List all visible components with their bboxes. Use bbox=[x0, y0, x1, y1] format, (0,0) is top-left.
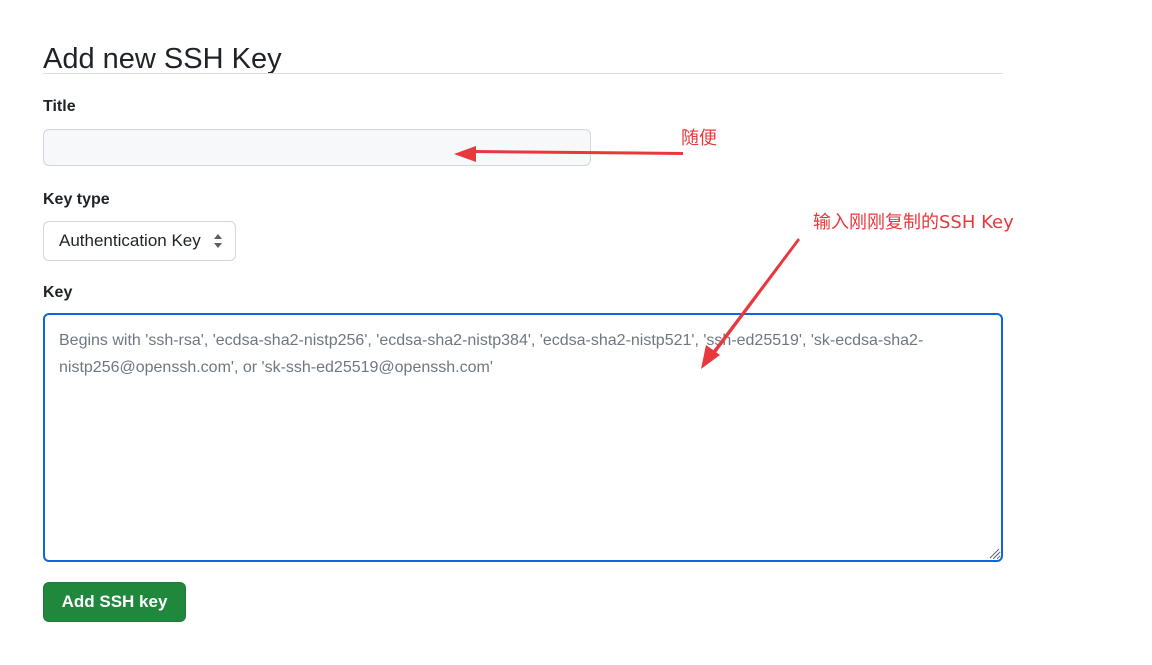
title-label: Title bbox=[43, 98, 76, 115]
title-annotation: 随便 bbox=[681, 128, 717, 149]
title-input[interactable] bbox=[43, 129, 591, 166]
title-divider bbox=[43, 73, 1003, 74]
key-type-select[interactable]: Authentication Key bbox=[43, 221, 236, 261]
key-label: Key bbox=[43, 284, 73, 301]
key-type-label: Key type bbox=[43, 191, 110, 208]
page-title: Add new SSH Key bbox=[43, 43, 282, 76]
resize-handle-icon[interactable] bbox=[989, 548, 1000, 559]
up-down-caret-icon bbox=[214, 234, 222, 248]
key-textarea[interactable] bbox=[43, 313, 1003, 562]
key-type-value: Authentication Key bbox=[59, 231, 201, 250]
key-annotation: 输入刚刚复制的SSH Key bbox=[813, 212, 1014, 233]
add-ssh-key-button[interactable]: Add SSH key bbox=[43, 582, 186, 622]
